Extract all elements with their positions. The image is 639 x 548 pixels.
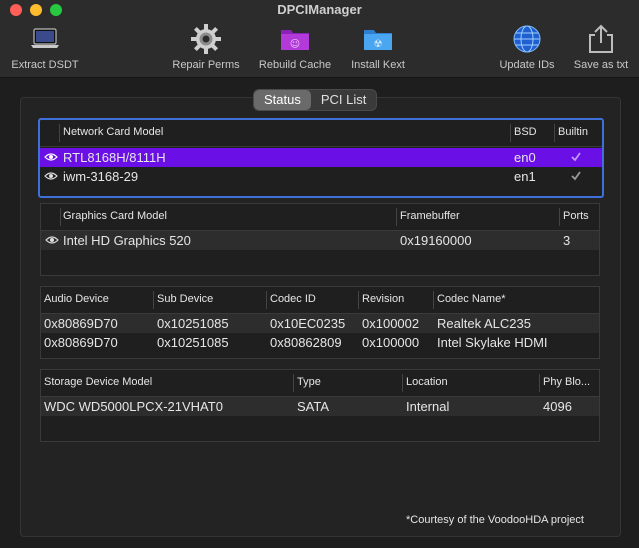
network-card-table: Network Card Model BSD Builtin RTL8168H/… bbox=[38, 118, 604, 198]
storage-type-header[interactable]: Type bbox=[297, 376, 321, 388]
update-ids-button[interactable]: Update IDs bbox=[496, 22, 558, 71]
table-row[interactable]: 0x80869D70 0x10251085 0x80862809 0x10000… bbox=[41, 333, 599, 352]
audio-revision-cell: 0x100002 bbox=[362, 316, 420, 331]
network-bsd-cell: en0 bbox=[514, 150, 536, 165]
gear-icon bbox=[189, 22, 223, 56]
builtin-checkbox[interactable] bbox=[570, 151, 582, 163]
rebuild-cache-label: Rebuild Cache bbox=[258, 59, 332, 71]
storage-location-cell: Internal bbox=[406, 399, 450, 414]
svg-text:☢: ☢ bbox=[374, 39, 383, 50]
audio-subdevice-cell: 0x10251085 bbox=[157, 316, 229, 331]
graphics-ports-cell: 3 bbox=[563, 233, 571, 248]
network-model-cell: iwm-3168-29 bbox=[63, 169, 139, 184]
audio-subdevice-header[interactable]: Sub Device bbox=[157, 293, 213, 305]
eye-icon[interactable] bbox=[44, 171, 58, 181]
extract-dsdt-label: Extract DSDT bbox=[11, 59, 79, 71]
globe-icon bbox=[510, 22, 544, 56]
blue-folder-icon: ☢ bbox=[361, 22, 395, 56]
install-kext-label: Install Kext bbox=[351, 59, 405, 71]
audio-codec-id-cell: 0x10EC0235 bbox=[270, 316, 346, 331]
storage-type-cell: SATA bbox=[297, 399, 330, 414]
credit-footnote: *Courtesy of the VoodooHDA project bbox=[406, 514, 584, 526]
network-table-header: Network Card Model BSD Builtin bbox=[40, 120, 602, 147]
audio-device-cell: 0x80869D70 bbox=[44, 335, 118, 350]
tab-pci-list[interactable]: PCI List bbox=[311, 90, 377, 110]
graphics-framebuffer-cell: 0x19160000 bbox=[400, 233, 472, 248]
network-model-cell: RTL8168H/8111H bbox=[63, 150, 166, 165]
table-row[interactable]: WDC WD5000LPCX-21VHAT0 SATA Internal 409… bbox=[41, 397, 599, 416]
audio-table-header: Audio Device Sub Device Codec ID Revisio… bbox=[41, 287, 599, 314]
table-row[interactable]: 0x80869D70 0x10251085 0x10EC0235 0x10000… bbox=[41, 314, 599, 333]
storage-model-header[interactable]: Storage Device Model bbox=[44, 376, 152, 388]
graphics-model-cell: Intel HD Graphics 520 bbox=[63, 233, 191, 248]
graphics-ports-header[interactable]: Ports bbox=[563, 210, 589, 222]
audio-codec-id-header[interactable]: Codec ID bbox=[270, 293, 316, 305]
network-bsd-cell: en1 bbox=[514, 169, 536, 184]
purple-folder-icon: ☺ bbox=[278, 22, 312, 56]
network-builtin-header[interactable]: Builtin bbox=[558, 126, 588, 138]
audio-device-table: Audio Device Sub Device Codec ID Revisio… bbox=[40, 286, 600, 359]
storage-phy-block-header[interactable]: Phy Blo... bbox=[543, 376, 590, 388]
graphics-model-header[interactable]: Graphics Card Model bbox=[63, 210, 167, 222]
audio-codec-name-cell: Intel Skylake HDMI bbox=[437, 335, 548, 350]
storage-model-cell: WDC WD5000LPCX-21VHAT0 bbox=[44, 399, 223, 414]
repair-perms-button[interactable]: Repair Perms bbox=[170, 22, 242, 71]
save-as-txt-button[interactable]: Save as txt bbox=[570, 22, 632, 71]
storage-location-header[interactable]: Location bbox=[406, 376, 448, 388]
network-bsd-header[interactable]: BSD bbox=[514, 126, 537, 138]
audio-codec-id-cell: 0x80862809 bbox=[270, 335, 342, 350]
laptop-icon bbox=[28, 22, 62, 56]
audio-revision-header[interactable]: Revision bbox=[362, 293, 404, 305]
tab-status[interactable]: Status bbox=[254, 90, 311, 110]
audio-revision-cell: 0x100000 bbox=[362, 335, 420, 350]
storage-table-header: Storage Device Model Type Location Phy B… bbox=[41, 370, 599, 397]
repair-perms-label: Repair Perms bbox=[172, 59, 240, 71]
builtin-checkbox[interactable] bbox=[570, 170, 582, 182]
graphics-framebuffer-header[interactable]: Framebuffer bbox=[400, 210, 460, 222]
share-icon bbox=[584, 22, 618, 56]
update-ids-label: Update IDs bbox=[499, 59, 555, 71]
audio-device-header[interactable]: Audio Device bbox=[44, 293, 109, 305]
table-row[interactable]: RTL8168H/8111H en0 bbox=[40, 148, 602, 167]
svg-text:☺: ☺ bbox=[290, 39, 300, 50]
graphics-table-header: Graphics Card Model Framebuffer Ports bbox=[41, 204, 599, 231]
tab-switcher: Status PCI List bbox=[253, 89, 378, 111]
network-model-header[interactable]: Network Card Model bbox=[63, 126, 163, 138]
window-title: DPCIManager bbox=[277, 2, 362, 17]
audio-subdevice-cell: 0x10251085 bbox=[157, 335, 229, 350]
table-row[interactable]: Intel HD Graphics 520 0x19160000 3 bbox=[41, 231, 599, 250]
audio-device-cell: 0x80869D70 bbox=[44, 316, 118, 331]
audio-codec-name-cell: Realtek ALC235 bbox=[437, 316, 531, 331]
install-kext-button[interactable]: ☢ Install Kext bbox=[348, 22, 408, 71]
eye-icon[interactable] bbox=[45, 235, 59, 245]
title-bar: DPCIManager Extract DSDT Repair Perms ☺ … bbox=[0, 0, 639, 78]
rebuild-cache-button[interactable]: ☺ Rebuild Cache bbox=[256, 22, 334, 71]
storage-phy-block-cell: 4096 bbox=[543, 399, 572, 414]
graphics-card-table: Graphics Card Model Framebuffer Ports In… bbox=[40, 203, 600, 276]
storage-device-table: Storage Device Model Type Location Phy B… bbox=[40, 369, 600, 442]
save-as-txt-label: Save as txt bbox=[573, 59, 629, 71]
eye-icon[interactable] bbox=[44, 152, 58, 162]
extract-dsdt-button[interactable]: Extract DSDT bbox=[8, 22, 82, 71]
table-row[interactable]: iwm-3168-29 en1 bbox=[40, 167, 602, 186]
audio-codec-name-header[interactable]: Codec Name* bbox=[437, 293, 505, 305]
